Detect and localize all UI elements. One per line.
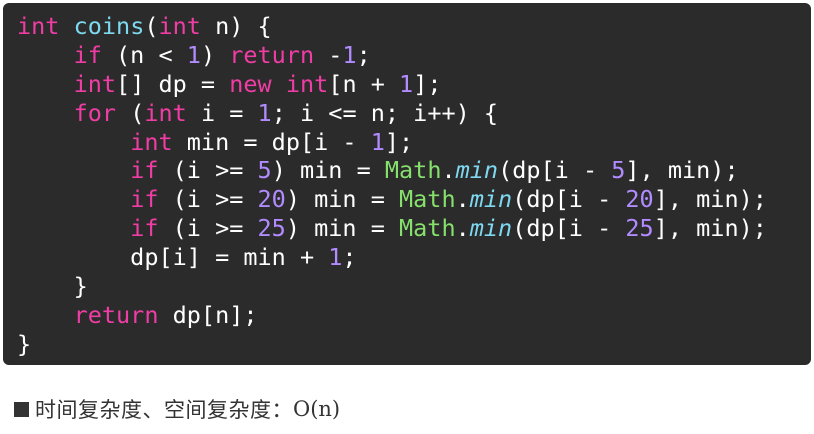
code-token-number: 25 — [257, 214, 286, 243]
code-token-plain: . — [455, 185, 470, 214]
code-token-plain: ; — [356, 40, 371, 69]
code-token-plain: (i >= — [158, 185, 258, 214]
code-token-method: min — [469, 185, 513, 214]
code-token-keyword: new — [229, 69, 272, 98]
code-token-plain: ], min); — [653, 214, 767, 243]
code-token-number: 5 — [257, 156, 272, 185]
code-token-plain: (dp[i - — [498, 156, 612, 185]
code-token-number: 1 — [342, 40, 357, 69]
complexity-label: 时间复杂度、空间复杂度： — [35, 398, 293, 422]
code-line: if (i >= 5) min = Math.min(dp[i - 5], mi… — [17, 156, 767, 185]
code-line: int min = dp[i - 1]; — [17, 128, 767, 157]
code-token-plain: ( — [144, 12, 159, 40]
code-token-class: Math — [399, 185, 456, 214]
code-token-plain: [n + — [328, 69, 400, 98]
code-listing: int coins(int n) { if (n < 1) return -1;… — [17, 12, 767, 359]
code-token-number: 1 — [370, 127, 385, 156]
code-token-plain: . — [441, 156, 456, 185]
code-token-type: int — [144, 98, 187, 127]
code-token-plain: (dp[i - — [512, 185, 626, 214]
code-token-plain: ) min = — [285, 185, 400, 214]
code-token-plain: ; i <= n; i++) { — [271, 98, 499, 127]
code-token-plain: [] dp = — [116, 69, 230, 98]
code-token-plain: ) min = — [285, 214, 400, 243]
code-token-number: 20 — [257, 185, 286, 214]
code-token-plain: i = — [186, 98, 258, 127]
code-token-plain: - — [314, 40, 343, 69]
code-token-class: Math — [399, 214, 456, 243]
code-line: } — [17, 330, 767, 359]
code-token-keyword: return — [73, 300, 159, 329]
code-token-number: 25 — [625, 214, 654, 243]
code-line: return dp[n]; — [17, 301, 767, 330]
code-token-number: 20 — [625, 185, 654, 214]
code-token-plain: ) min = — [271, 156, 385, 185]
code-token-plain: dp[n]; — [158, 300, 258, 329]
code-token-plain: ; — [342, 243, 357, 272]
code-token-keyword: for — [73, 98, 117, 127]
code-token-plain: (dp[i - — [512, 214, 626, 243]
code-line: dp[i] = min + 1; — [17, 243, 767, 272]
code-token-method: min — [455, 156, 499, 185]
code-token-number: 1 — [257, 98, 272, 127]
code-token-plain: dp[i] = min + — [17, 243, 329, 272]
code-token-plain: ]; — [384, 127, 414, 156]
code-token-plain: (i >= — [158, 214, 258, 243]
code-token-fn: coins — [73, 12, 145, 40]
code-token-keyword: return — [229, 40, 315, 69]
code-token-plain: ]; — [413, 69, 442, 98]
code-block: int coins(int n) { if (n < 1) return -1;… — [3, 3, 811, 365]
code-token-type: int — [73, 69, 117, 98]
code-token-plain: ], min); — [625, 156, 739, 185]
code-token-plain: } — [17, 272, 88, 301]
code-token-plain: ( — [116, 98, 145, 127]
code-token-plain: n) { — [200, 12, 272, 40]
code-token-number: 1 — [186, 40, 201, 69]
code-line: } — [17, 272, 767, 301]
code-line: int[] dp = new int[n + 1]; — [17, 70, 767, 99]
code-line: if (i >= 20) min = Math.min(dp[i - 20], … — [17, 185, 767, 214]
code-token-plain: ], min); — [653, 185, 767, 214]
complexity-value: O(n) — [293, 397, 341, 421]
code-token-number: 5 — [611, 156, 626, 185]
code-token-type: int — [158, 12, 201, 40]
code-token-keyword: if — [130, 185, 159, 214]
code-token-keyword: if — [130, 156, 159, 185]
code-line: if (n < 1) return -1; — [17, 41, 767, 70]
code-token-plain: } — [17, 329, 32, 358]
code-line: for (int i = 1; i <= n; i++) { — [17, 99, 767, 128]
code-token-keyword: if — [73, 40, 102, 69]
code-token-type: int — [130, 127, 173, 156]
code-token-keyword: if — [130, 214, 159, 243]
code-line: if (i >= 25) min = Math.min(dp[i - 25], … — [17, 214, 767, 243]
code-token-plain: min = dp[i - — [172, 127, 371, 156]
code-token-number: 1 — [399, 69, 414, 98]
code-token-number: 1 — [328, 243, 343, 272]
code-line: int coins(int n) { — [17, 12, 767, 41]
code-token-type: int — [17, 12, 60, 40]
code-token-plain: ) — [200, 40, 230, 69]
code-token-class: Math — [384, 156, 442, 185]
square-bullet-icon — [14, 401, 29, 417]
code-token-plain: (i >= — [158, 156, 258, 185]
code-token-plain: (n < — [101, 40, 187, 69]
code-token-type: int — [285, 69, 329, 98]
complexity-note: 时间复杂度、空间复杂度： O(n) — [14, 394, 340, 424]
code-token-method: min — [469, 214, 513, 243]
code-token-plain: . — [455, 214, 470, 243]
